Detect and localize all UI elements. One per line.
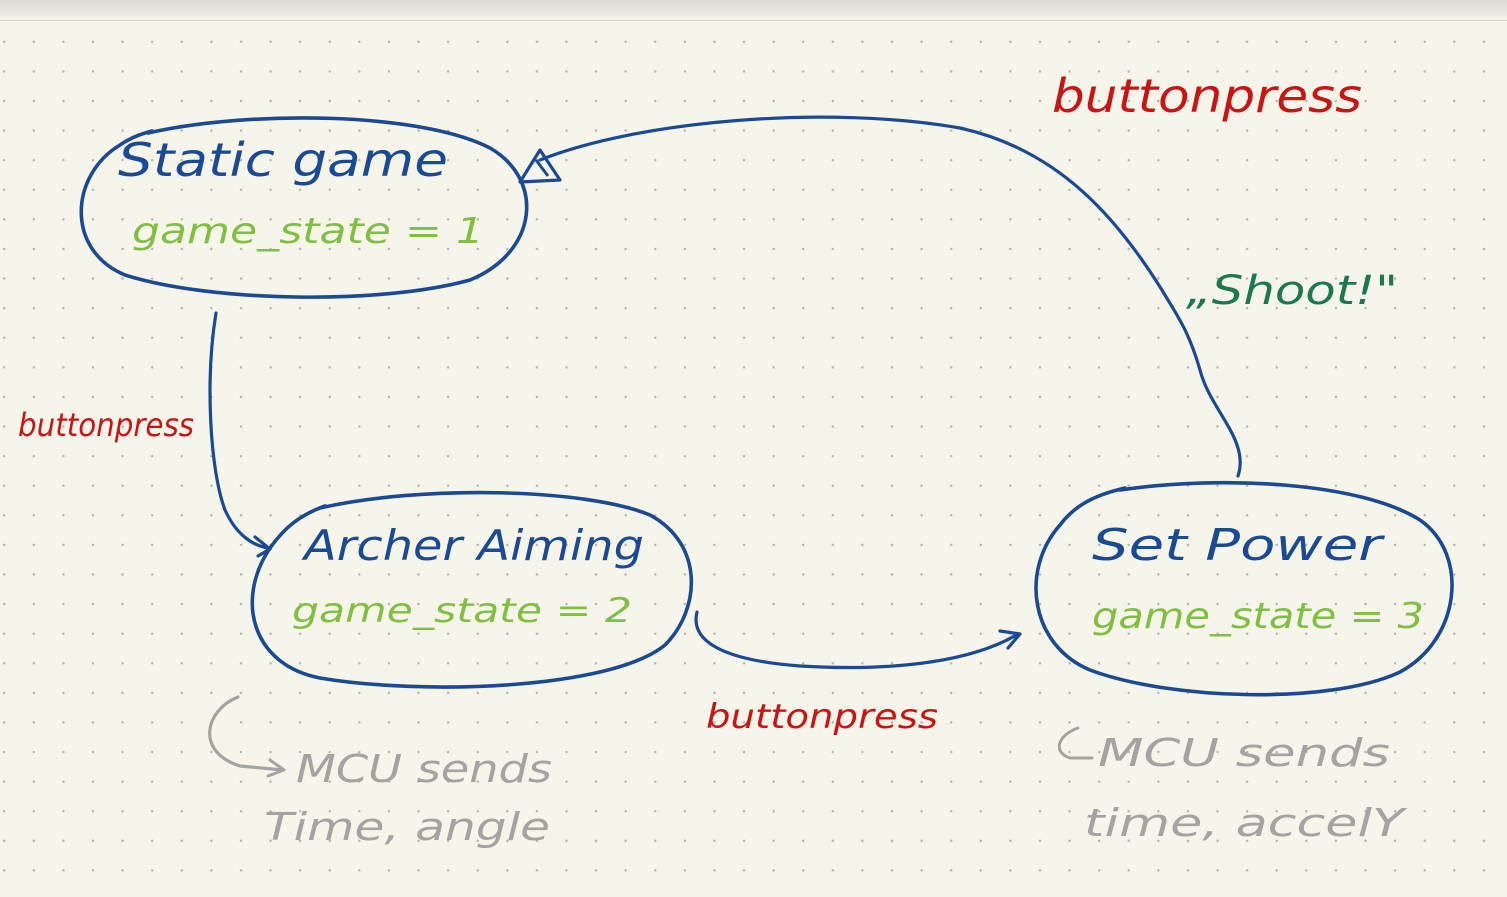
note-aiming-hook-icon: [208, 695, 285, 772]
transition-aiming-to-power-arrow: [694, 610, 1020, 670]
note-aiming-line1: MCU sends: [296, 747, 552, 791]
transition-static-to-aiming-arrow: [208, 311, 270, 550]
state-archer-aiming-var: game_state = 2: [292, 591, 632, 631]
state-set-power-title: Set Power: [1092, 520, 1386, 571]
note-power-line1: MCU sends: [1098, 731, 1390, 775]
event-label-power-to-static: buttonpress: [1052, 69, 1362, 123]
state-set-power-var: game_state = 3: [1092, 596, 1424, 637]
arrowhead-static-fill: [534, 159, 550, 177]
note-aiming-line2: Time, angle: [264, 805, 550, 849]
state-static-game-title: Static game: [118, 133, 448, 187]
action-label-shoot: „Shoot!": [1186, 268, 1398, 314]
state-set-power-ellipse: [1034, 480, 1454, 697]
event-label-aiming-to-power: buttonpress: [706, 697, 938, 737]
note-power-line2: time, accelY: [1084, 801, 1408, 845]
event-label-static-to-aiming: buttonpress: [18, 406, 194, 444]
state-diagram: Static game game_state = 1 Archer Aiming…: [18, 69, 1454, 849]
note-power-hook-icon: [1057, 726, 1094, 760]
state-archer-aiming-title: Archer Aiming: [301, 521, 644, 570]
state-static-game-var: game_state = 1: [132, 211, 484, 252]
transition-power-to-static-arrow: [538, 115, 1242, 478]
